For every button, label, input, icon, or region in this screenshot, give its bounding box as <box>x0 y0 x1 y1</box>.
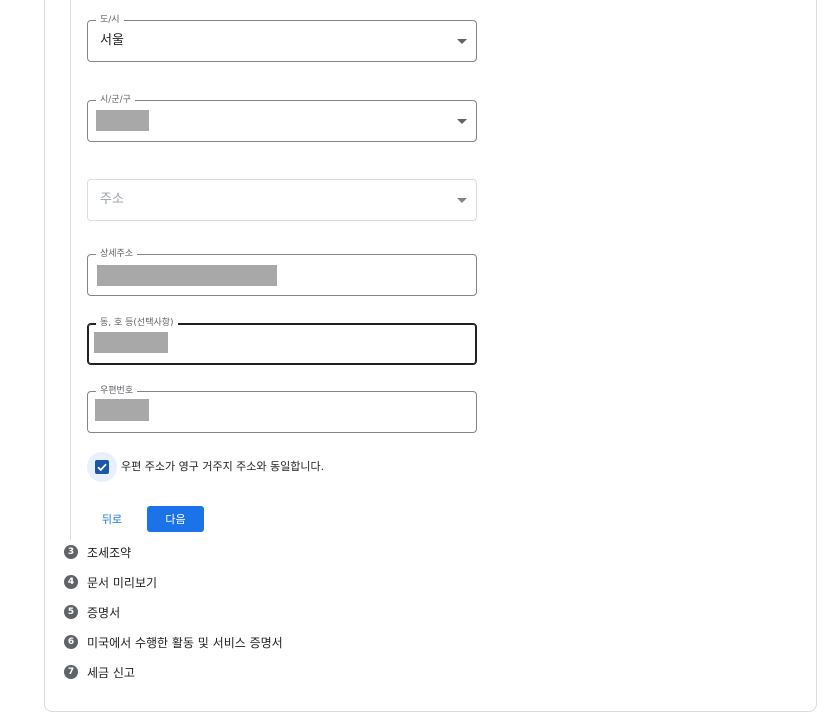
next-button[interactable]: 다음 <box>147 506 204 532</box>
unit-redacted-value <box>94 332 168 353</box>
city-select-label: 도/시 <box>96 14 124 26</box>
step-number-badge: 5 <box>64 605 78 619</box>
chevron-down-icon <box>457 198 467 203</box>
checkbox-checked[interactable] <box>95 460 109 474</box>
step-label: 세금 신고 <box>87 665 135 680</box>
same-address-checkbox-label: 우편 주소가 영구 거주지 주소와 동일합니다. <box>121 460 325 473</box>
district-select-label: 시/군/구 <box>96 94 135 106</box>
step-label: 증명서 <box>87 605 121 620</box>
city-select-value: 서울 <box>100 33 124 48</box>
check-icon <box>97 463 107 472</box>
detail-address-input[interactable]: 상세주소 <box>87 248 477 296</box>
step-number-badge: 6 <box>64 635 78 649</box>
postal-code-label: 우편번호 <box>96 385 138 397</box>
step-label: 미국에서 수행한 활동 및 서비스 증명서 <box>87 635 283 650</box>
city-select[interactable]: 도/시 서울 <box>87 14 477 62</box>
address-select[interactable]: 주소 <box>87 179 477 221</box>
detail-address-redacted-value <box>97 265 277 286</box>
step-number-badge: 3 <box>64 545 78 559</box>
unit-input-label: 동, 호 등(선택사항) <box>96 317 178 329</box>
postal-code-redacted-value <box>95 399 149 421</box>
same-address-checkbox[interactable] <box>87 452 117 482</box>
district-select[interactable]: 시/군/구 <box>87 94 477 142</box>
step-item-certificate[interactable]: 5 증명서 <box>64 604 120 620</box>
detail-address-label: 상세주소 <box>96 248 138 260</box>
unit-input[interactable]: 동, 호 등(선택사항) <box>87 317 477 365</box>
step-number-badge: 7 <box>64 665 78 679</box>
step-label: 조세조약 <box>87 545 132 560</box>
postal-code-input[interactable]: 우편번호 <box>87 385 477 433</box>
district-redacted-value <box>96 110 149 131</box>
step-item-us-activity-certificate[interactable]: 6 미국에서 수행한 활동 및 서비스 증명서 <box>64 634 283 650</box>
step-connector-line <box>70 0 71 540</box>
step-number-badge: 4 <box>64 575 78 589</box>
step-item-tax-filing[interactable]: 7 세금 신고 <box>64 664 135 680</box>
back-button[interactable]: 뒤로 <box>92 508 132 530</box>
chevron-down-icon <box>457 119 467 124</box>
step-label: 문서 미리보기 <box>87 575 158 590</box>
address-select-placeholder: 주소 <box>100 192 124 207</box>
step-item-document-preview[interactable]: 4 문서 미리보기 <box>64 574 157 590</box>
step-item-tax-treaty[interactable]: 3 조세조약 <box>64 544 131 560</box>
chevron-down-icon <box>457 39 467 44</box>
